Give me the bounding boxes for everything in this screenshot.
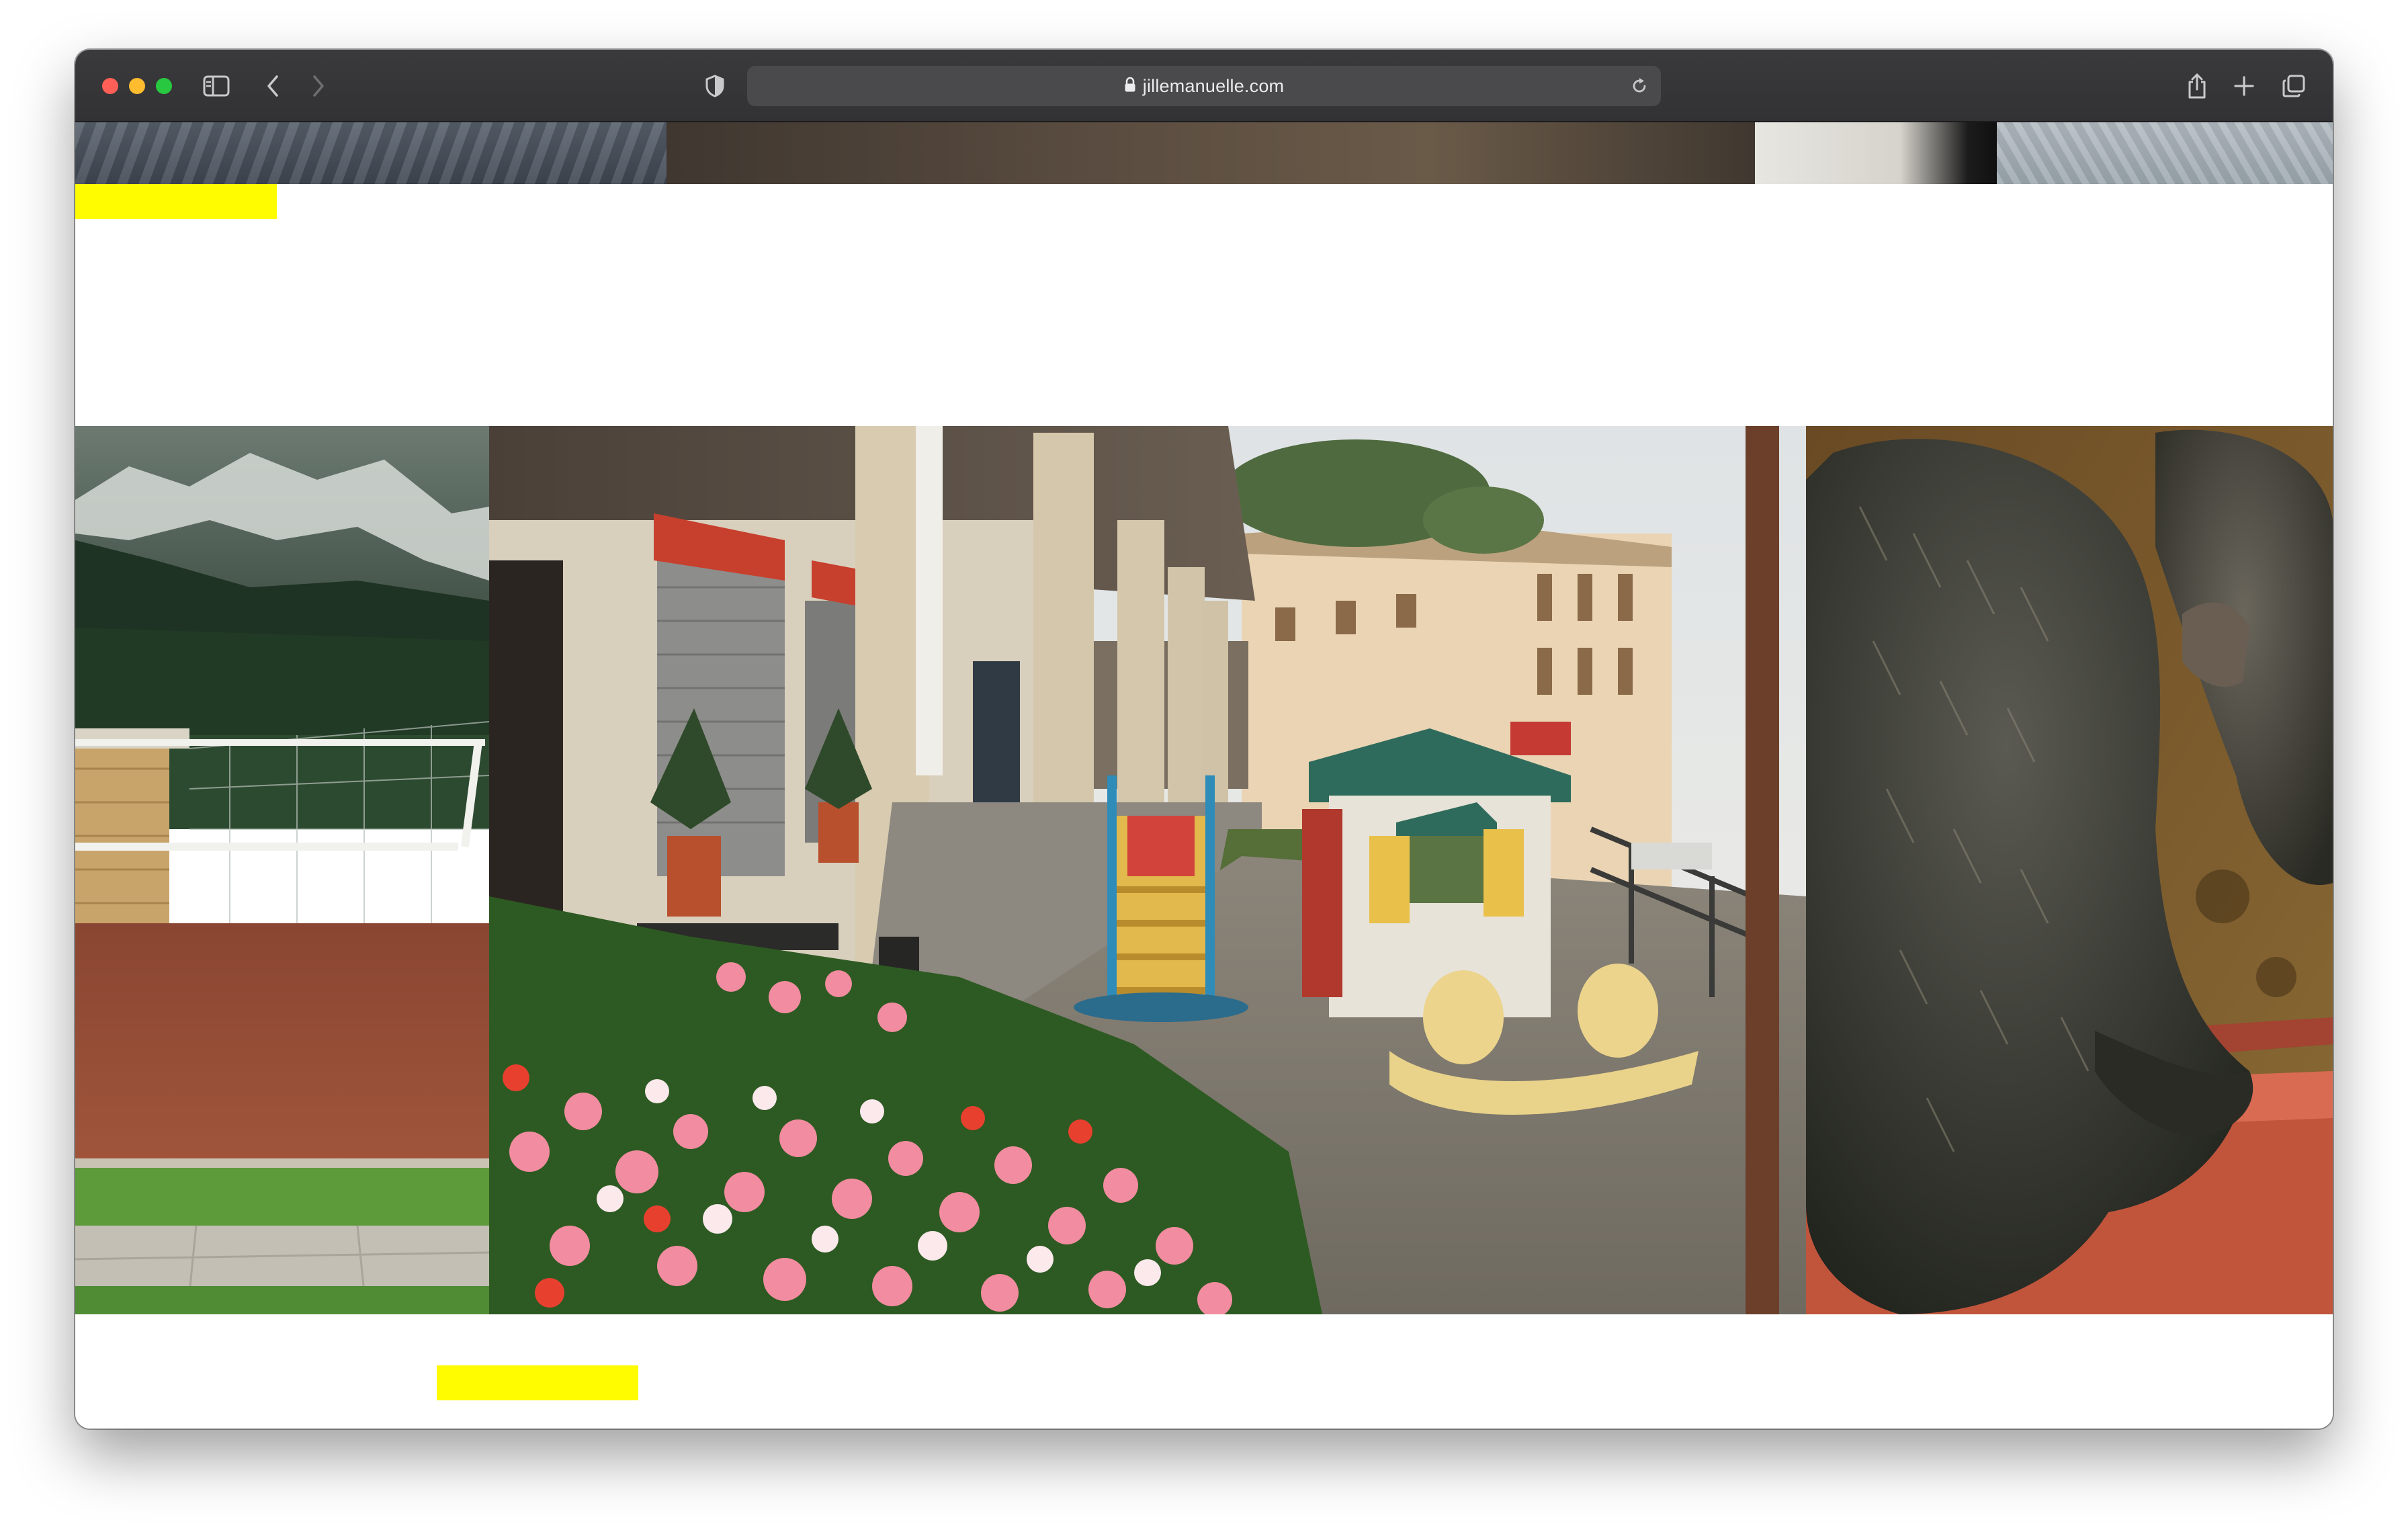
- top-photo-strip: [75, 122, 2333, 184]
- photo-pavement[interactable]: [1997, 122, 2333, 184]
- minimize-window-button[interactable]: [129, 78, 145, 94]
- photo-cobblestone[interactable]: [75, 122, 666, 184]
- zoom-window-button[interactable]: [156, 78, 172, 94]
- desktop-backdrop: jillemanuelle.com: [0, 0, 2408, 1528]
- forward-chevron-icon[interactable]: [302, 70, 335, 102]
- close-window-button[interactable]: [102, 78, 118, 94]
- reload-icon[interactable]: [1625, 71, 1654, 101]
- share-icon[interactable]: [2181, 70, 2213, 102]
- lock-icon: [1124, 77, 1136, 96]
- yellow-marker-bottom: [437, 1365, 638, 1400]
- address-bar-content: jillemanuelle.com: [747, 66, 1661, 106]
- tab-overview-icon[interactable]: [2278, 70, 2310, 102]
- plus-icon[interactable]: [2228, 70, 2260, 102]
- back-chevron-icon[interactable]: [257, 70, 289, 102]
- photo-pigs[interactable]: [1806, 426, 2333, 1314]
- shield-icon[interactable]: [699, 70, 731, 102]
- url-text: jillemanuelle.com: [1142, 75, 1285, 96]
- photo-interior[interactable]: [666, 122, 1755, 184]
- yellow-marker-top: [75, 184, 277, 219]
- photo-court[interactable]: [75, 426, 489, 1314]
- browser-window: jillemanuelle.com: [75, 50, 2333, 1429]
- photo-wall[interactable]: [1755, 122, 1997, 184]
- address-bar[interactable]: jillemanuelle.com: [747, 66, 1661, 106]
- browser-toolbar: jillemanuelle.com: [75, 50, 2333, 122]
- page-content: [75, 122, 2333, 1429]
- sidebar-toggle-icon[interactable]: [200, 70, 232, 102]
- photo-gallery: [75, 426, 2333, 1314]
- photo-playground[interactable]: [489, 426, 1806, 1314]
